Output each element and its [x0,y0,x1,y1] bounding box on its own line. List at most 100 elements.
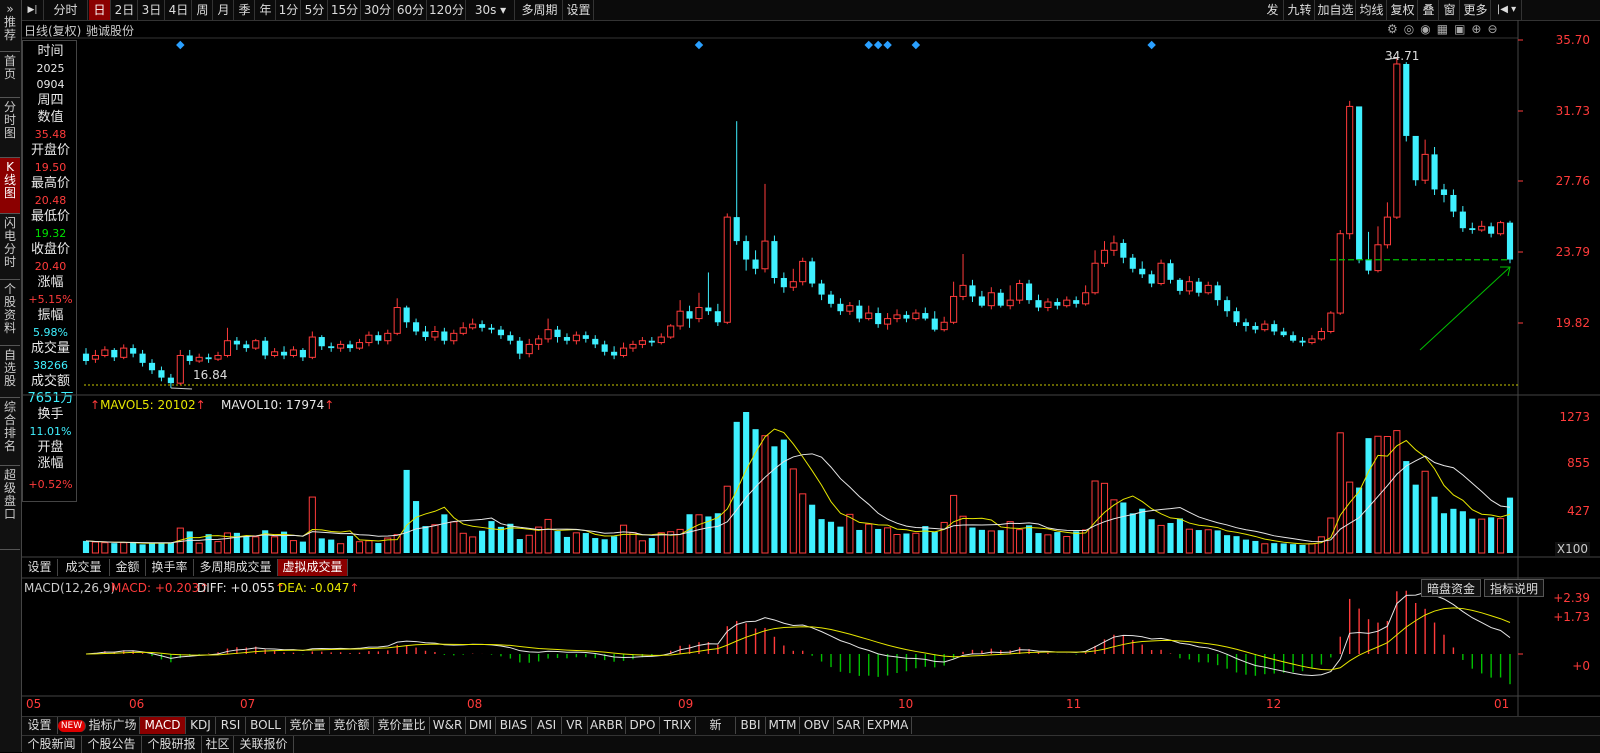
new-badge[interactable]: NEW [58,720,86,732]
candle-body [1006,299,1014,307]
indicator-help-button[interactable]: 指标说明 [1484,579,1544,597]
volume-bar [1044,534,1052,554]
indicator-tab[interactable]: RSI [216,717,246,734]
volume-bar [978,529,985,553]
volume-bar [657,532,665,554]
indicator-tab[interactable]: OBV [800,717,834,734]
candle-body [507,335,514,341]
volume-bar [1327,517,1335,554]
candle-body [601,344,608,352]
candle-body [837,303,844,312]
candle-body [205,357,212,360]
volume-bar [799,493,807,554]
volume-tab[interactable]: 换手率 [146,559,194,576]
month-label: 12 [1266,697,1282,711]
indicator-tab[interactable]: 指标广场 [86,717,140,734]
volume-bar [158,542,165,553]
volume-bar [1176,518,1183,553]
volume-tab[interactable]: 金额 [110,559,146,576]
candle-body [1299,340,1306,343]
volume-bar [1459,511,1466,553]
candle-body [1421,153,1429,181]
indicator-tab[interactable]: BOLL [246,717,286,734]
price-axis-label: 19.82 [1555,316,1590,330]
dark-pool-button[interactable]: 暗盘资金 [1421,579,1481,597]
indicator-tab[interactable]: TRIX [660,717,696,734]
diff-line [85,591,1511,676]
volume-bar [686,514,693,553]
volume-bar [525,534,533,554]
month-label: 08 [467,697,483,711]
volume-tab[interactable]: 虚拟成交量 [278,559,348,576]
indicator-tab[interactable]: MTM [766,717,800,734]
volume-bar [1393,430,1401,554]
indicator-tab[interactable]: DMI [466,717,496,734]
candle-body [158,370,165,378]
volume-axis-label: 1273 [1559,410,1590,424]
candle-body [1157,262,1165,285]
candle-body [1478,225,1486,231]
indicator-tab[interactable]: DPO [626,717,660,734]
volume-bar [1506,497,1514,553]
candle-body [139,353,146,363]
candle-body [884,318,892,325]
indicator-tab[interactable]: BIAS [496,717,532,734]
volume-bar [875,528,882,553]
indicator-tab[interactable]: MACD [140,717,186,734]
candle-body [262,340,269,356]
mavol10-label: MAVOL10: 17974↑ [221,398,335,412]
indicator-tab[interactable]: VR [562,717,588,734]
candle-body [723,216,731,323]
candle-body [959,284,967,297]
candle-body [101,349,109,356]
volume-bar [1252,540,1259,553]
indicator-tab[interactable]: W&R [430,717,466,734]
price-axis-label: 27.76 [1555,174,1590,188]
kline-chart[interactable] [0,0,1600,752]
candle-body [1308,338,1316,344]
volume-bar [1157,524,1165,554]
indicator-tab[interactable]: 竞价额 [330,717,374,734]
bottom-tab[interactable]: 个股研报 [142,736,202,753]
volume-tab[interactable]: 成交量 [58,559,110,576]
volume-bar [1469,518,1476,553]
volume-bar [1214,530,1221,553]
volume-bar [563,536,571,553]
candle-body [167,377,174,384]
month-label: 09 [678,697,694,711]
candle-body [1336,233,1344,314]
indicator-tab[interactable]: 设置 [22,717,58,734]
volume-bar [459,532,467,554]
volume-tab[interactable]: 多周期成交量 [194,559,278,576]
indicator-tab[interactable]: 新DMA [696,717,736,749]
candle-body [1044,301,1052,309]
candle-body [1440,189,1448,195]
indicator-tab[interactable]: 竞价量 [286,717,330,734]
bottom-tab[interactable]: 个股新闻 [22,736,82,753]
bottom-tab[interactable]: 个股公告 [82,736,142,753]
indicator-tab[interactable]: KDJ [186,717,216,734]
diff-value: DIFF: +0.055↑ [197,581,285,595]
indicator-tab[interactable]: ARBR [588,717,626,734]
volume-bar [337,543,345,554]
candle-body [1185,281,1193,292]
indicator-tabs: 设置 NEW 指标广场 MACD KDJ RSI BOLL 竞价量 竞价额 竞价量比 W&R DMI B… [22,716,1600,749]
candle-body [1459,211,1466,229]
candle-body [667,325,675,338]
volume-tab[interactable]: 设置 [22,559,58,576]
volume-bar [130,542,137,553]
bottom-tab[interactable]: 社区 [202,736,234,753]
indicator-tab[interactable]: ASI [532,717,562,734]
volume-bar [299,541,306,553]
indicator-tab[interactable]: SAR [834,717,864,734]
candle-body [1365,259,1372,271]
indicator-tab[interactable]: EXPMA [864,717,912,734]
candle-body [479,324,486,328]
bottom-tab[interactable]: 关联报价 [234,736,294,753]
indicator-tab[interactable]: BBI [736,717,766,734]
volume-bar [1308,543,1316,554]
month-label: 01 [1494,697,1510,711]
volume-bar [393,534,401,554]
indicator-tab[interactable]: 竞价量比 [374,717,430,734]
candle-body [705,307,712,312]
